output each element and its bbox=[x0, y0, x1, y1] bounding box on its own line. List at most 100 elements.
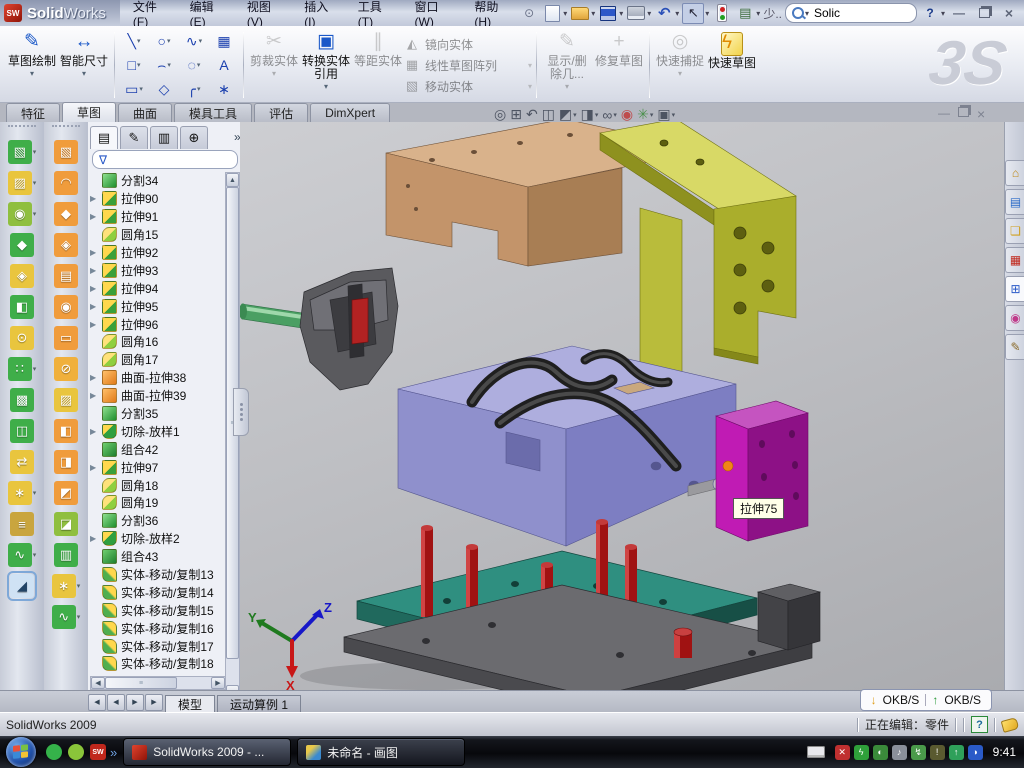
menu-item[interactable]: 窗口(W) bbox=[402, 0, 462, 26]
network-speed-monitor[interactable]: ↓ OKB/S ↑ OKB/S bbox=[860, 689, 992, 711]
close-button[interactable]: × bbox=[998, 5, 1020, 21]
expand-arrow-icon[interactable]: ▶ bbox=[90, 194, 98, 203]
document-tab[interactable]: 运动算例 1 bbox=[217, 695, 301, 713]
features-toolbar-button[interactable]: ∷▾ bbox=[8, 357, 37, 381]
command-tab[interactable]: 评估 bbox=[254, 103, 308, 122]
features-toolbar-button[interactable]: ⇄▾ bbox=[10, 450, 34, 474]
offset-entities-button[interactable]: ∥ 等距实体 bbox=[352, 28, 404, 102]
display-delete-relations-button[interactable]: ✎ 显示/删除几...▾ bbox=[541, 28, 593, 102]
surfaces-toolbar-button[interactable]: ∗▾ bbox=[52, 574, 81, 598]
feature-tree-item[interactable]: ▶ 曲面-拉伸38 bbox=[90, 369, 224, 387]
feature-tree-item[interactable]: ▶ 分割34 bbox=[90, 172, 224, 190]
expand-arrow-icon[interactable]: ▶ bbox=[90, 302, 98, 311]
features-toolbar-button[interactable]: ▩▾ bbox=[10, 388, 34, 412]
menu-item[interactable]: 文件(F) bbox=[120, 0, 177, 26]
security-alert-icon[interactable]: ✕ bbox=[835, 745, 850, 760]
sketch-entity-button[interactable]: ▭▾ bbox=[119, 77, 149, 101]
sketch-entity-button[interactable]: ◌▾ bbox=[179, 53, 209, 77]
feature-manager-tab[interactable]: ✎ bbox=[120, 126, 148, 149]
tab-nav-button[interactable]: ◀ bbox=[107, 694, 125, 711]
sketch-entity-button[interactable]: □▾ bbox=[119, 53, 149, 77]
expand-arrow-icon[interactable]: ▶ bbox=[90, 266, 98, 275]
expand-arrow-icon[interactable]: ▶ bbox=[90, 212, 98, 221]
features-toolbar-button[interactable]: ∿▾ bbox=[8, 543, 37, 567]
feature-tree-item[interactable]: ▶ 曲面-拉伸39 bbox=[90, 387, 224, 405]
command-tab[interactable]: 模具工具 bbox=[174, 103, 252, 122]
task-pane-tab[interactable]: ✎ bbox=[1005, 334, 1024, 360]
surfaces-toolbar-button[interactable]: ▧▾ bbox=[54, 140, 78, 164]
solidworks-quick-icon[interactable]: SW bbox=[90, 744, 106, 760]
optimizer-icon[interactable]: ◐ bbox=[873, 745, 888, 760]
view-tool-button[interactable]: ◩▾ bbox=[559, 106, 577, 123]
feature-tree-item[interactable]: ▶ 分割35 bbox=[90, 405, 224, 423]
quick-launch-overflow-icon[interactable]: » bbox=[110, 745, 117, 760]
toolbar-grip[interactable] bbox=[8, 125, 36, 135]
feature-tree-item[interactable]: ▶ 实体-移动/复制16 bbox=[90, 619, 224, 637]
features-toolbar-button[interactable]: ◧▾ bbox=[10, 295, 34, 319]
surfaces-toolbar-button[interactable]: ◠▾ bbox=[54, 171, 78, 195]
menu-item[interactable]: 编辑(E) bbox=[177, 0, 234, 26]
menu-item[interactable]: 视图(V) bbox=[234, 0, 291, 26]
messenger-icon[interactable] bbox=[46, 744, 62, 760]
surfaces-toolbar-button[interactable]: ▭▾ bbox=[54, 326, 78, 350]
feature-tree-item[interactable]: ▶ 圆角15 bbox=[90, 226, 224, 244]
downloader-icon[interactable] bbox=[68, 744, 84, 760]
expand-arrow-icon[interactable]: ▶ bbox=[90, 284, 98, 293]
status-help-icon[interactable]: ? bbox=[971, 716, 988, 733]
restore-button[interactable] bbox=[973, 5, 995, 21]
scroll-up-icon[interactable]: ▲ bbox=[226, 173, 239, 187]
surfaces-toolbar-button[interactable]: ∿▾ bbox=[52, 605, 81, 629]
help-button[interactable]: ? bbox=[920, 4, 940, 23]
part-magenta-block[interactable] bbox=[716, 401, 808, 541]
panel-splitter-handle[interactable] bbox=[233, 388, 249, 436]
view-tool-button[interactable]: ◉▾ bbox=[621, 106, 633, 123]
toolbar-overflow-label[interactable]: 少.. bbox=[763, 5, 782, 22]
tree-filter-box[interactable]: ∇ bbox=[92, 150, 238, 169]
feature-tree-item[interactable]: ▶ 实体-移动/复制13 bbox=[90, 566, 224, 584]
view-tool-button[interactable]: ✳▾ bbox=[637, 106, 653, 123]
surfaces-toolbar-button[interactable]: ▤▾ bbox=[54, 264, 78, 288]
view-tool-button[interactable]: ◨▾ bbox=[581, 106, 599, 123]
surfaces-toolbar-button[interactable]: ⊘▾ bbox=[54, 357, 78, 381]
surfaces-toolbar-button[interactable]: ▨▾ bbox=[54, 388, 78, 412]
view-tool-button[interactable]: ↶▾ bbox=[526, 106, 538, 123]
taskbar-clock[interactable]: 9:41 bbox=[993, 745, 1016, 759]
tree-hscrollbar[interactable]: ◀ ≡ ▶ bbox=[90, 676, 226, 690]
view-tool-button[interactable]: ◎▾ bbox=[494, 106, 506, 123]
feature-tree-item[interactable]: ▶ 圆角16 bbox=[90, 333, 224, 351]
toolbar-grip[interactable] bbox=[52, 125, 80, 135]
tag-icon[interactable] bbox=[1001, 717, 1020, 733]
quick-snaps-button[interactable]: ◎ 快速捕捉▾ bbox=[654, 28, 706, 102]
feature-tree-item[interactable]: ▶ 切除-放样1 bbox=[90, 422, 224, 440]
search-input[interactable] bbox=[812, 5, 886, 21]
sketch-entity-button[interactable]: ╲▾ bbox=[119, 29, 149, 53]
command-tab[interactable]: 曲面 bbox=[118, 103, 172, 122]
select-tool-button[interactable]: ↖ bbox=[682, 3, 704, 24]
part-red-cylinder[interactable] bbox=[674, 628, 692, 658]
feature-tree-item[interactable]: ▶ 拉伸93 bbox=[90, 261, 224, 279]
feature-tree-item[interactable]: ▶ 拉伸91 bbox=[90, 208, 224, 226]
feature-tree-item[interactable]: ▶ 拉伸90 bbox=[90, 190, 224, 208]
menu-item[interactable]: 插入(I) bbox=[291, 0, 345, 26]
sketch-entity-button[interactable]: A▾ bbox=[209, 53, 239, 77]
surfaces-toolbar-button[interactable]: ◧▾ bbox=[54, 419, 78, 443]
features-toolbar-button[interactable]: ◫▾ bbox=[10, 419, 34, 443]
feature-tree-item[interactable]: ▶ 分割36 bbox=[90, 512, 224, 530]
part-gray-clamp[interactable] bbox=[300, 268, 398, 390]
sketch-entity-button[interactable]: ○▾ bbox=[149, 29, 179, 53]
input-method-icon[interactable] bbox=[807, 746, 825, 758]
tab-nav-button[interactable]: ▶ bbox=[145, 694, 163, 711]
surfaces-toolbar-button[interactable]: ◩▾ bbox=[54, 481, 78, 505]
features-toolbar-button[interactable]: ◆▾ bbox=[10, 233, 34, 257]
print-button[interactable] bbox=[626, 4, 646, 23]
taskbar-task-button[interactable]: SolidWorks 2009 - ... bbox=[123, 738, 291, 766]
expand-arrow-icon[interactable]: ▶ bbox=[90, 427, 98, 436]
sketch-entity-button[interactable]: ∿▾ bbox=[179, 29, 209, 53]
features-toolbar-button[interactable]: ◢▾ bbox=[10, 574, 34, 598]
menu-item[interactable]: 帮助(H) bbox=[461, 0, 519, 26]
feature-tree-item[interactable]: ▶ 拉伸96 bbox=[90, 315, 224, 333]
surfaces-toolbar-button[interactable]: ◉▾ bbox=[54, 295, 78, 319]
rapid-sketch-button[interactable]: ϟ 快速草图 bbox=[706, 28, 758, 102]
push-pin-icon[interactable]: ⊙ bbox=[519, 4, 539, 23]
view-tool-button[interactable]: ∞▾ bbox=[602, 107, 617, 123]
